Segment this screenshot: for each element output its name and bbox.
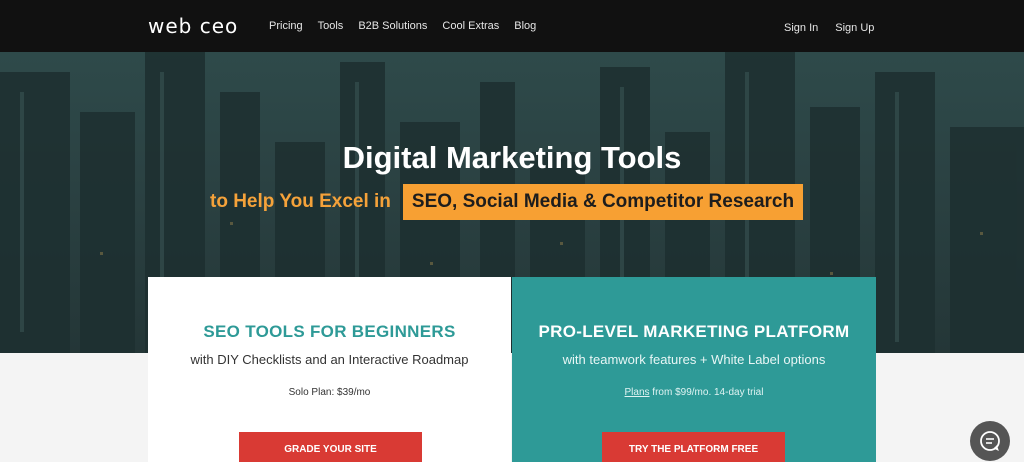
nav-link-blog[interactable]: Blog xyxy=(514,20,536,32)
card-title: SEO TOOLS FOR BEGINNERS xyxy=(203,322,456,341)
nav-link-tools[interactable]: Tools xyxy=(318,20,344,32)
card-subtitle: with teamwork features + White Label opt… xyxy=(562,352,826,367)
try-platform-free-button[interactable]: TRY THE PLATFORM FREE xyxy=(602,432,785,462)
hero-highlight: SEO, Social Media & Competitor Research xyxy=(402,184,804,220)
sign-up-link[interactable]: Sign Up xyxy=(835,22,874,34)
nav-link-b2b-solutions[interactable]: B2B Solutions xyxy=(358,20,427,32)
marketing-platform-card: PRO-LEVEL MARKETING PLATFORM with teamwo… xyxy=(512,277,876,462)
nav-link-pricing[interactable]: Pricing xyxy=(269,20,303,32)
sign-in-link[interactable]: Sign In xyxy=(784,22,818,34)
price-text: from $99/mo. 14-day trial xyxy=(649,387,764,398)
card-subtitle: with DIY Checklists and an Interactive R… xyxy=(190,352,469,367)
platform-price: Plans from $99/mo. 14-day trial xyxy=(512,387,876,398)
plans-link[interactable]: Plans xyxy=(625,387,650,398)
top-navbar: web ceo Pricing Tools B2B Solutions Cool… xyxy=(0,0,1024,52)
main-nav: Pricing Tools B2B Solutions Cool Extras … xyxy=(269,20,536,32)
webceo-logo[interactable]: web ceo xyxy=(148,14,238,38)
hero-lead-text: to Help You Excel in xyxy=(210,191,391,212)
seo-tools-card: SEO TOOLS FOR BEGINNERS with DIY Checkli… xyxy=(148,277,511,462)
chat-bubble-icon xyxy=(980,431,1000,451)
solo-plan-price: Solo Plan: $39/mo xyxy=(288,387,371,398)
grade-your-site-button[interactable]: GRADE YOUR SITE xyxy=(239,432,422,462)
nav-link-cool-extras[interactable]: Cool Extras xyxy=(442,20,499,32)
hero-subtitle: to Help You Excel in SEO, Social Media &… xyxy=(210,182,804,222)
chat-widget-button[interactable] xyxy=(970,421,1010,461)
auth-nav: Sign In Sign Up xyxy=(784,22,874,34)
card-title: PRO-LEVEL MARKETING PLATFORM xyxy=(538,322,850,341)
hero-title: Digital Marketing Tools xyxy=(342,140,682,175)
